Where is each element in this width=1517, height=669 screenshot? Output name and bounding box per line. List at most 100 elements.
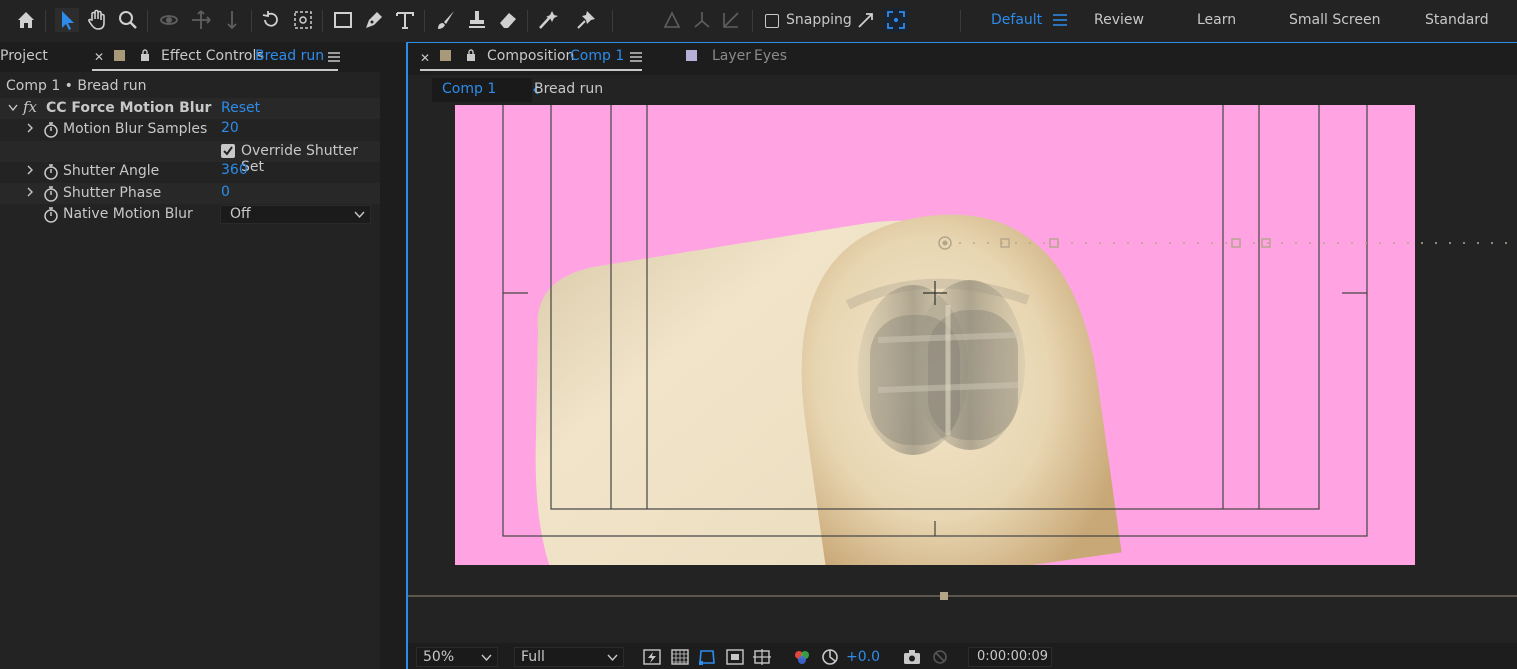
tab-composition[interactable]: Composition bbox=[487, 48, 574, 64]
comp-breadcrumb-bar: Comp 1 Bread run bbox=[408, 75, 1517, 105]
show-snapshot-icon[interactable] bbox=[930, 648, 950, 666]
panel-menu-icon[interactable] bbox=[630, 52, 642, 62]
workspace-review[interactable]: Review bbox=[1094, 12, 1144, 28]
color-channels-icon[interactable] bbox=[792, 648, 812, 666]
selection-icon[interactable] bbox=[55, 8, 79, 32]
reset-button[interactable]: Reset bbox=[221, 100, 260, 116]
brush-icon[interactable] bbox=[434, 8, 458, 32]
workspace-default[interactable]: Default bbox=[991, 12, 1042, 28]
chevron-right-icon[interactable] bbox=[26, 123, 34, 133]
stopwatch-icon[interactable] bbox=[43, 185, 59, 202]
fx-icon[interactable]: fx bbox=[23, 98, 37, 116]
composition-panel: ✕ Composition Comp 1 Layer Eyes Comp 1 B… bbox=[406, 42, 1517, 669]
orbit-camera-icon[interactable] bbox=[157, 8, 181, 32]
exposure-value[interactable]: +0.0 bbox=[846, 649, 880, 665]
pan-camera-icon[interactable] bbox=[189, 8, 213, 32]
dolly-camera-icon[interactable] bbox=[220, 8, 244, 32]
transparency-grid-icon[interactable] bbox=[670, 648, 690, 666]
active-tab-underline bbox=[420, 69, 642, 71]
stopwatch-icon[interactable] bbox=[43, 206, 59, 223]
breadcrumb: Comp 1 • Bread run bbox=[6, 78, 147, 94]
property-label: Motion Blur Samples bbox=[63, 121, 208, 137]
snap-arrows-icon[interactable] bbox=[854, 8, 878, 32]
close-icon[interactable]: ✕ bbox=[420, 51, 430, 65]
breadcrumb-layer[interactable]: Bread run bbox=[534, 81, 603, 97]
clone-stamp-icon[interactable] bbox=[465, 8, 489, 32]
hand-icon[interactable] bbox=[85, 8, 109, 32]
chevron-down-icon bbox=[481, 654, 492, 662]
composition-name: Comp 1 bbox=[570, 48, 625, 64]
property-row: Shutter Phase 0 bbox=[0, 183, 380, 204]
breadcrumb-comp-label: Comp 1 bbox=[442, 81, 497, 97]
snap-expand-icon[interactable] bbox=[884, 8, 908, 32]
chevron-right-icon[interactable] bbox=[26, 165, 34, 175]
tab-project[interactable]: Project bbox=[0, 48, 48, 64]
workspace-small-screen[interactable]: Small Screen bbox=[1289, 12, 1380, 28]
property-label: Shutter Phase bbox=[63, 185, 162, 201]
pen-icon[interactable] bbox=[362, 8, 386, 32]
workspace-standard[interactable]: Standard bbox=[1425, 12, 1489, 28]
type-icon[interactable] bbox=[393, 8, 417, 32]
magnification-value: 50% bbox=[423, 649, 455, 665]
property-label: Shutter Angle bbox=[63, 163, 160, 179]
layer-color-swatch bbox=[114, 50, 125, 61]
layer-color-swatch bbox=[686, 50, 697, 61]
effect-name: CC Force Motion Blur bbox=[46, 100, 212, 116]
rotation-icon[interactable] bbox=[259, 8, 283, 32]
lock-icon[interactable] bbox=[466, 49, 476, 61]
property-row: Motion Blur Samples 20 bbox=[0, 119, 380, 140]
roto-brush-icon[interactable] bbox=[536, 8, 560, 32]
world-axis-icon[interactable] bbox=[690, 8, 714, 32]
timecode-value: 0:00:00:09 bbox=[977, 649, 1049, 664]
close-icon[interactable]: ✕ bbox=[94, 50, 104, 64]
viewer-bottom-bar: 50% Full +0.0 0:00:00:09 bbox=[408, 643, 1517, 669]
left-tab-bar: Project ✕ Effect Controls Bread run bbox=[0, 42, 406, 72]
lock-icon[interactable] bbox=[140, 49, 150, 61]
panel-divider[interactable] bbox=[380, 42, 406, 669]
region-of-interest-icon[interactable] bbox=[725, 648, 745, 666]
property-label: Native Motion Blur bbox=[63, 206, 193, 222]
workspace-menu-icon[interactable] bbox=[1053, 14, 1067, 26]
snapping-label: Snapping bbox=[786, 12, 852, 28]
magnification-dropdown[interactable]: 50% bbox=[416, 647, 498, 667]
mask-path-visibility-icon[interactable] bbox=[697, 648, 717, 666]
top-toolbar: Snapping Default Review Learn Small Scre… bbox=[0, 0, 1517, 42]
breadcrumb-comp[interactable]: Comp 1 bbox=[432, 78, 539, 102]
reset-exposure-icon[interactable] bbox=[820, 648, 840, 666]
workspace-learn[interactable]: Learn bbox=[1197, 12, 1236, 28]
fast-previews-icon[interactable] bbox=[642, 648, 662, 666]
panel-menu-icon[interactable] bbox=[328, 52, 340, 62]
view-axis-icon[interactable] bbox=[719, 8, 743, 32]
native-motion-blur-dropdown[interactable]: Off bbox=[220, 205, 371, 224]
chevron-right-icon[interactable] bbox=[26, 187, 34, 197]
current-time-field[interactable]: 0:00:00:09 bbox=[968, 647, 1052, 667]
override-shutter-checkbox[interactable] bbox=[221, 144, 235, 158]
eraser-icon[interactable] bbox=[496, 8, 520, 32]
rectangle-icon[interactable] bbox=[331, 8, 355, 32]
grid-guides-icon[interactable] bbox=[752, 648, 772, 666]
property-value[interactable]: 20 bbox=[221, 120, 239, 136]
layer-name: Eyes bbox=[754, 48, 788, 64]
tab-effect-controls[interactable]: Effect Controls bbox=[161, 48, 264, 64]
comp-tab-bar: ✕ Composition Comp 1 Layer Eyes bbox=[408, 43, 1517, 75]
chevron-down-icon[interactable] bbox=[8, 104, 18, 112]
snapping-checkbox[interactable] bbox=[765, 14, 779, 28]
zoom-icon[interactable] bbox=[116, 8, 140, 32]
stopwatch-icon[interactable] bbox=[43, 121, 59, 138]
property-value[interactable]: 0 bbox=[221, 184, 230, 200]
resolution-dropdown[interactable]: Full bbox=[514, 647, 624, 667]
puppet-pin-icon[interactable] bbox=[574, 8, 598, 32]
pan-behind-icon[interactable] bbox=[291, 8, 315, 32]
tab-layer[interactable]: Layer bbox=[712, 48, 751, 64]
home-icon[interactable] bbox=[14, 8, 38, 32]
property-value[interactable]: 360 bbox=[221, 162, 248, 178]
snapshot-camera-icon[interactable] bbox=[902, 648, 922, 666]
position-marker[interactable] bbox=[940, 592, 948, 600]
comp-color-swatch bbox=[440, 50, 451, 61]
effect-header-row[interactable]: fx CC Force Motion Blur Reset bbox=[0, 98, 380, 119]
active-tab-underline bbox=[92, 69, 338, 71]
chevron-down-icon bbox=[607, 654, 618, 662]
stopwatch-icon[interactable] bbox=[43, 163, 59, 180]
composition-viewer[interactable] bbox=[408, 105, 1517, 639]
local-axis-icon[interactable] bbox=[660, 8, 684, 32]
